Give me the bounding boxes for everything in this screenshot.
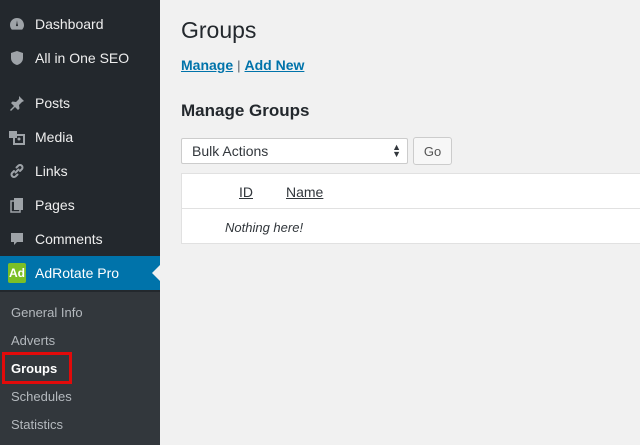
menu-label: Comments: [35, 231, 103, 247]
table-header: ID Name: [182, 174, 640, 209]
groups-table: ID Name Nothing here!: [181, 173, 640, 244]
submenu-item-schedules[interactable]: Schedules: [11, 389, 72, 404]
menu-item-comments[interactable]: Comments: [0, 222, 160, 256]
menu-label: AdRotate Pro: [35, 265, 120, 281]
submenu-item-statistics[interactable]: Statistics: [11, 417, 63, 432]
menu-label: Posts: [35, 95, 71, 111]
subnav-separator: |: [237, 58, 241, 73]
shield-icon: [8, 49, 26, 67]
menu-item-links[interactable]: Links: [0, 154, 160, 188]
manage-link[interactable]: Manage: [181, 57, 233, 73]
menu-item-dashboard[interactable]: Dashboard: [0, 7, 160, 41]
comment-icon: [8, 230, 26, 248]
column-id-sort[interactable]: ID: [239, 184, 253, 200]
empty-message: Nothing here!: [225, 220, 304, 235]
adrotate-icon: Ad: [8, 263, 26, 283]
submenu-item-adverts[interactable]: Adverts: [11, 333, 55, 348]
pin-icon: [8, 94, 26, 112]
bulk-actions-selected: Bulk Actions: [192, 143, 269, 159]
section-title: Manage Groups: [181, 101, 310, 120]
menu-label: Links: [35, 163, 68, 179]
column-name-sort[interactable]: Name: [286, 184, 323, 200]
groups-highlight-box: [2, 352, 72, 384]
add-new-link[interactable]: Add New: [245, 57, 305, 73]
main-content: Groups Manage | Add New Manage Groups Bulk…: [160, 0, 640, 445]
go-button[interactable]: Go: [413, 137, 452, 165]
admin-sidebar: Dashboard All in One SEO Posts Media Lin…: [0, 0, 160, 445]
adrotate-badge: Ad: [8, 263, 26, 283]
submenu-item-general-info[interactable]: General Info: [11, 305, 83, 320]
link-icon: [8, 162, 26, 180]
menu-item-media[interactable]: Media: [0, 120, 160, 154]
pages-icon: [8, 196, 26, 214]
groups-subnav: Manage | Add New: [181, 57, 304, 73]
menu-label: Media: [35, 129, 74, 145]
menu-item-posts[interactable]: Posts: [0, 86, 160, 120]
menu-item-adrotate-pro[interactable]: Ad AdRotate Pro: [0, 256, 160, 290]
dashboard-icon: [8, 15, 26, 33]
media-icon: [8, 128, 26, 146]
select-arrows-icon: ▲ ▼: [392, 142, 401, 159]
page-title: Groups: [181, 17, 257, 43]
bulk-actions-select[interactable]: Bulk Actions ▲ ▼: [181, 138, 408, 164]
menu-label: Pages: [35, 197, 75, 213]
menu-label: All in One SEO: [35, 50, 130, 66]
menu-item-pages[interactable]: Pages: [0, 188, 160, 222]
menu-label: Dashboard: [35, 16, 104, 32]
menu-item-all-in-one-seo[interactable]: All in One SEO: [0, 41, 160, 75]
